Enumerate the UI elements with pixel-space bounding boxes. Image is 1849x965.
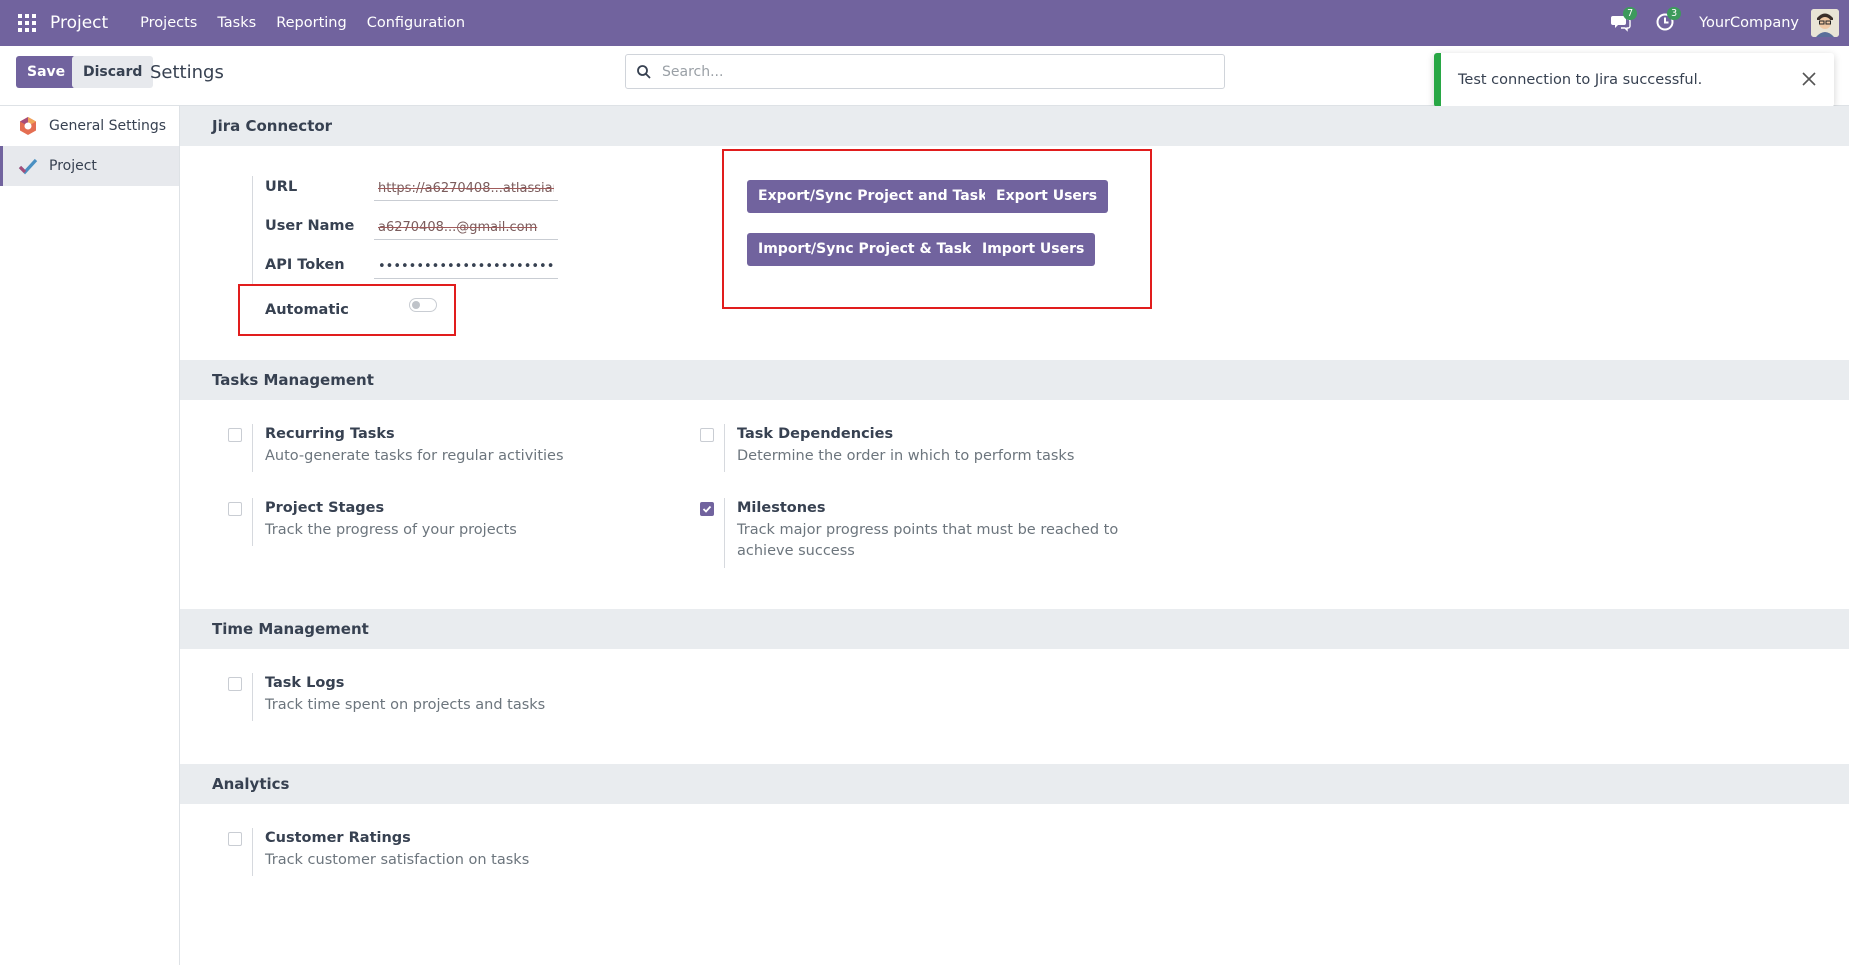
task-dependencies-checkbox[interactable] — [700, 428, 714, 442]
automatic-toggle[interactable] — [409, 298, 437, 312]
main-menu: Projects Tasks Reporting Configuration — [130, 15, 475, 31]
sidebar-item-label: Project — [49, 158, 97, 174]
search-input[interactable] — [662, 63, 1202, 80]
task-logs-checkbox[interactable] — [228, 677, 242, 691]
username-field[interactable] — [374, 216, 558, 240]
field-divider — [252, 424, 253, 472]
milestones-checkbox[interactable] — [700, 502, 714, 516]
close-icon[interactable] — [1800, 70, 1818, 88]
menu-configuration[interactable]: Configuration — [357, 15, 475, 31]
field-divider — [252, 498, 253, 546]
task-dependencies-title: Task Dependencies — [737, 426, 894, 442]
breadcrumb: Settings — [150, 62, 224, 83]
milestones-desc: Track major progress points that must be… — [737, 522, 1119, 559]
clock-icon[interactable]: 3 — [1655, 7, 1682, 34]
username-label: User Name — [265, 218, 355, 234]
settings-sidebar: General Settings Project — [0, 106, 180, 965]
sidebar-item-project[interactable]: Project — [0, 146, 179, 186]
api-token-label: API Token — [265, 257, 345, 273]
highlight-box-sync-buttons — [722, 149, 1152, 309]
odoo-logo-icon — [20, 117, 36, 135]
milestones-title: Milestones — [737, 500, 826, 516]
automatic-label: Automatic — [265, 302, 349, 318]
systray: 7 3 YourCompany — [1611, 0, 1849, 46]
section-title-analytics: Analytics — [180, 764, 1849, 804]
settings-content: Jira Connector URL User Name API Token A… — [180, 106, 1849, 965]
apps-grid-icon[interactable] — [18, 14, 36, 32]
app-title[interactable]: Project — [50, 13, 108, 33]
top-navbar: Project Projects Tasks Reporting Configu… — [0, 0, 1849, 46]
field-divider — [724, 498, 725, 568]
save-button[interactable]: Save — [16, 56, 77, 88]
field-divider — [252, 828, 253, 876]
sidebar-item-general-settings[interactable]: General Settings — [0, 106, 179, 146]
import-users-button[interactable]: Import Users — [971, 233, 1096, 266]
customer-ratings-title: Customer Ratings — [265, 830, 411, 846]
field-divider — [252, 176, 253, 286]
customer-ratings-desc: Track customer satisfaction on tasks — [265, 852, 530, 868]
export-sync-button[interactable]: Export/Sync Project and Tasks — [747, 180, 1007, 213]
user-avatar[interactable] — [1811, 9, 1839, 37]
menu-tasks[interactable]: Tasks — [207, 15, 266, 31]
success-notification: Test connection to Jira successful. — [1434, 53, 1834, 107]
project-stages-title: Project Stages — [265, 500, 385, 516]
export-users-button[interactable]: Export Users — [985, 180, 1109, 213]
project-stages-checkbox[interactable] — [228, 502, 242, 516]
task-logs-desc: Track time spent on projects and tasks — [265, 697, 546, 713]
search-icon — [637, 64, 651, 79]
import-sync-button[interactable]: Import/Sync Project & Tasks — [747, 233, 991, 266]
project-stages-desc: Track the progress of your projects — [265, 522, 517, 538]
url-label: URL — [265, 179, 298, 195]
chat-icon[interactable]: 7 — [1611, 7, 1638, 34]
menu-reporting[interactable]: Reporting — [266, 15, 357, 31]
menu-projects[interactable]: Projects — [130, 15, 207, 31]
recurring-tasks-desc: Auto-generate tasks for regular activiti… — [265, 448, 564, 464]
company-switcher[interactable]: YourCompany — [1699, 15, 1799, 31]
check-icon — [702, 505, 712, 513]
section-title-tasks: Tasks Management — [180, 360, 1849, 400]
customer-ratings-checkbox[interactable] — [228, 832, 242, 846]
api-token-field[interactable] — [374, 255, 558, 279]
project-check-icon — [18, 158, 38, 175]
notification-text: Test connection to Jira successful. — [1458, 72, 1703, 88]
messages-badge: 7 — [1623, 7, 1638, 20]
section-title-time: Time Management — [180, 609, 1849, 649]
recurring-tasks-checkbox[interactable] — [228, 428, 242, 442]
search-box[interactable] — [625, 54, 1225, 89]
recurring-tasks-title: Recurring Tasks — [265, 426, 395, 442]
task-dependencies-desc: Determine the order in which to perform … — [737, 448, 1075, 464]
field-divider — [252, 673, 253, 721]
activities-badge: 3 — [1667, 7, 1682, 20]
url-field[interactable] — [374, 177, 558, 201]
task-logs-title: Task Logs — [265, 675, 345, 691]
field-divider — [724, 424, 725, 472]
sidebar-item-label: General Settings — [49, 118, 167, 134]
section-title-jira: Jira Connector — [180, 106, 1849, 146]
discard-button[interactable]: Discard — [72, 56, 154, 88]
